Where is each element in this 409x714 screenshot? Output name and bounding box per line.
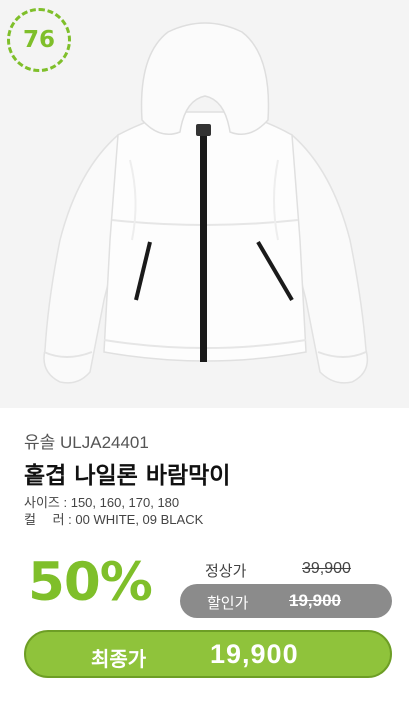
final-price-button[interactable]: 최종가 19,900 (24, 630, 392, 678)
final-price-value: 19,900 (210, 639, 299, 669)
sale-price-pill: 할인가 19,900 (180, 584, 392, 618)
size-options: 사이즈 : 150, 160, 170, 180 (24, 495, 180, 510)
rank-badge: 76 (7, 8, 71, 72)
product-specs: 사이즈 : 150, 160, 170, 180 컬 러 : 00 WHITE,… (24, 494, 203, 528)
product-name: 홑겹 나일론 바람막이 (24, 463, 231, 489)
rank-number: 76 (22, 27, 55, 53)
product-image: 76 (0, 0, 409, 408)
regular-price-label: 정상가 (205, 562, 247, 580)
sale-price-label: 할인가 (207, 594, 249, 612)
sale-price-value: 19,900 (289, 591, 341, 610)
final-price-label: 최종가 (91, 647, 147, 671)
discount-rate: 50% (28, 552, 153, 613)
color-options: 컬 러 : 00 WHITE, 09 BLACK (24, 512, 204, 527)
product-brand-code: 유솔 ULJA24401 (24, 433, 149, 452)
regular-price-value: 39,900 (302, 560, 351, 577)
regular-price-row: 정상가 39,900 (205, 558, 395, 582)
